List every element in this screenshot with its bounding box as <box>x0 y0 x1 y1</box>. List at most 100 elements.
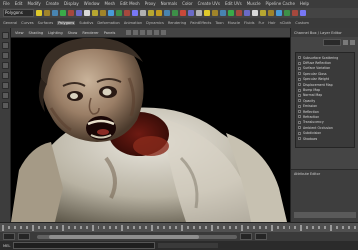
attribute-checkbox[interactable] <box>298 110 301 114</box>
toolbar-button-icon[interactable] <box>36 10 42 16</box>
toolbar-button-icon[interactable] <box>52 10 58 16</box>
toolbar-button-icon[interactable] <box>124 10 130 16</box>
command-language-label[interactable]: MEL <box>3 244 10 248</box>
attribute-checkbox[interactable] <box>298 88 301 92</box>
attribute-row[interactable]: Shadows <box>296 136 354 141</box>
scale-tool-icon[interactable] <box>1 82 9 89</box>
viewport-menu-item[interactable]: Show <box>68 31 78 35</box>
toolbar-button-icon[interactable] <box>212 10 218 16</box>
toolbar-button-icon[interactable] <box>44 10 50 16</box>
shelf-tab[interactable]: Fluids <box>244 21 255 25</box>
menu-item[interactable]: Color <box>182 0 192 8</box>
command-input[interactable] <box>13 242 156 249</box>
attribute-checkbox[interactable] <box>298 56 301 60</box>
viewport-menu-item[interactable]: Panels <box>104 31 116 35</box>
range-slider-handle[interactable] <box>49 234 199 239</box>
shelf-tab[interactable]: Animation <box>124 21 142 25</box>
last-tool-icon[interactable] <box>1 102 9 109</box>
menu-item[interactable]: Create UVs <box>198 0 220 8</box>
attribute-checkbox[interactable] <box>298 66 301 70</box>
end-frame-field[interactable] <box>255 233 267 240</box>
toolbar-button-icon[interactable] <box>164 10 170 16</box>
shelf-tab[interactable]: Hair <box>268 21 275 25</box>
attribute-checkbox[interactable] <box>298 93 301 97</box>
attribute-checkbox[interactable] <box>298 77 301 81</box>
shelf-tab[interactable]: nCloth <box>280 21 292 25</box>
toolbar-button-icon[interactable] <box>244 10 250 16</box>
toolbar-button-icon[interactable] <box>116 10 122 16</box>
toolbar-button-icon[interactable] <box>268 10 274 16</box>
mode-select[interactable]: Polygons <box>3 9 34 17</box>
shelf-tab[interactable]: Curves <box>21 21 33 25</box>
shelf-tab[interactable]: Deformation <box>97 21 119 25</box>
toolbar-button-icon[interactable] <box>172 10 178 16</box>
viewport-menu-item[interactable]: Lighting <box>48 31 63 35</box>
menu-item[interactable]: Help <box>300 0 309 8</box>
menu-item[interactable]: File <box>3 0 10 8</box>
manipulator-tool-icon[interactable] <box>1 92 9 99</box>
viewport-menu-item[interactable]: View <box>15 31 24 35</box>
attribute-checkbox[interactable] <box>298 72 301 76</box>
toolbar-button-icon[interactable] <box>196 10 202 16</box>
attribute-checkbox[interactable] <box>298 126 301 130</box>
viewport-panel[interactable] <box>11 38 290 222</box>
shelf-tab[interactable]: Subdivs <box>79 21 93 25</box>
toolbar-button-icon[interactable] <box>60 10 66 16</box>
viewport-menu-item[interactable]: Renderer <box>82 31 98 35</box>
attribute-checkbox[interactable] <box>298 131 301 135</box>
toolbar-button-icon[interactable] <box>276 10 282 16</box>
range-slider-bar[interactable] <box>37 234 237 239</box>
lasso-tool-icon[interactable] <box>1 42 9 49</box>
attribute-editor-button[interactable] <box>294 212 356 218</box>
shelf-tab[interactable]: PaintEffects <box>190 21 211 25</box>
toolbar-button-icon[interactable] <box>292 10 298 16</box>
toolbar-button-icon[interactable] <box>148 10 154 16</box>
menu-item[interactable]: Normals <box>161 0 178 8</box>
start-frame-field[interactable] <box>3 233 15 240</box>
menu-item[interactable]: Muscle <box>247 0 261 8</box>
shelf-tab[interactable]: Polygons <box>57 21 76 25</box>
attribute-checkbox[interactable] <box>298 61 301 65</box>
toolbar-button-icon[interactable] <box>140 10 146 16</box>
attribute-checkbox[interactable] <box>298 120 301 124</box>
menu-item[interactable]: Pipeline Cache <box>266 0 295 8</box>
menu-item[interactable]: Edit UVs <box>225 0 242 8</box>
menu-item[interactable]: Mesh <box>105 0 116 8</box>
toolbar-button-icon[interactable] <box>76 10 82 16</box>
menu-item[interactable]: Window <box>84 0 100 8</box>
shelf-tab[interactable]: Dynamics <box>146 21 164 25</box>
menu-item[interactable]: Display <box>64 0 79 8</box>
shelf-tab[interactable]: Rendering <box>168 21 186 25</box>
menu-item[interactable]: Edit <box>15 0 23 8</box>
menu-item[interactable]: Edit Mesh <box>120 0 140 8</box>
shelf-tab[interactable]: Toon <box>215 21 223 25</box>
menu-item[interactable]: Create <box>46 0 59 8</box>
shelf-tab[interactable]: Surfaces <box>38 21 54 25</box>
attribute-checkbox[interactable] <box>298 115 301 119</box>
viewport-menu-item[interactable]: Shading <box>29 31 44 35</box>
toolbar-button-icon[interactable] <box>220 10 226 16</box>
toolbar-button-icon[interactable] <box>180 10 186 16</box>
toolbar-button-icon[interactable] <box>84 10 90 16</box>
toolbar-button-icon[interactable] <box>236 10 242 16</box>
toolbar-button-icon[interactable] <box>92 10 98 16</box>
panel-layout-icon[interactable] <box>350 39 355 45</box>
paint-select-tool-icon[interactable] <box>1 52 9 59</box>
panel-tab-channel-box[interactable]: Channel Box / Layer Editor <box>294 31 342 35</box>
range-start-field[interactable] <box>18 233 30 240</box>
toolbar-button-icon[interactable] <box>68 10 74 16</box>
panel-options-icon[interactable] <box>343 39 348 45</box>
toolbar-button-icon[interactable] <box>100 10 106 16</box>
panel-search-field[interactable] <box>323 38 341 46</box>
shelf-tab[interactable]: Muscle <box>228 21 240 25</box>
range-end-field[interactable] <box>240 233 252 240</box>
toolbar-button-icon[interactable] <box>108 10 114 16</box>
menu-item[interactable]: Modify <box>27 0 40 8</box>
toolbar-button-icon[interactable] <box>300 10 306 16</box>
attribute-checkbox[interactable] <box>298 83 301 87</box>
toolbar-button-icon[interactable] <box>132 10 138 16</box>
toolbar-button-icon[interactable] <box>284 10 290 16</box>
toolbar-button-icon[interactable] <box>188 10 194 16</box>
toolbar-button-icon[interactable] <box>260 10 266 16</box>
attribute-checkbox[interactable] <box>298 137 301 141</box>
